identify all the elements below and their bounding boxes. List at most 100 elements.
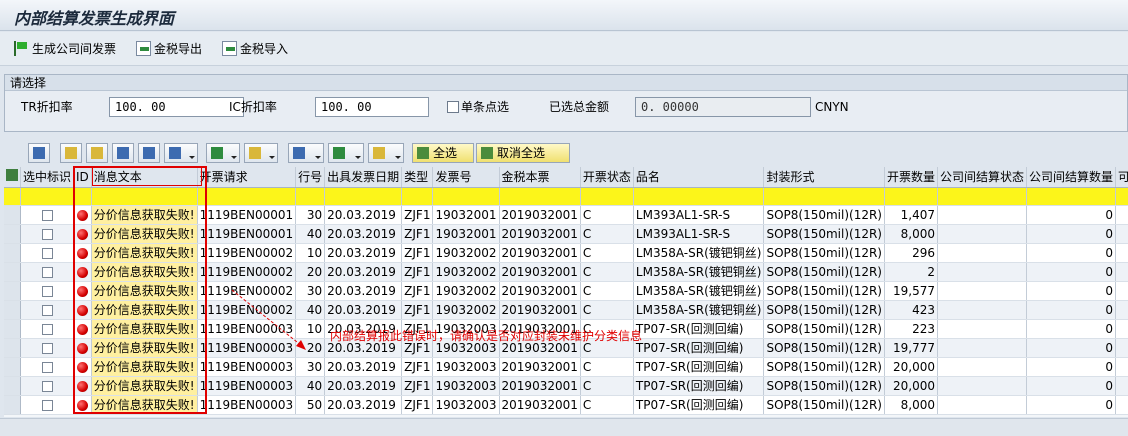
table-row[interactable]: 分价信息获取失败! 1119BEN00002 30 20.03.2019 ZJF1 190… (4, 281, 1128, 301)
row-checkbox[interactable] (41, 342, 53, 354)
tax-ticket-cell: 2019032001 (499, 205, 581, 225)
col-header-line[interactable]: 行号 (295, 167, 326, 188)
subtotal-icon (249, 147, 261, 159)
col-header-tax-ticket[interactable]: 金税本票 (499, 167, 581, 188)
quantity-cell: 8,000 (884, 395, 939, 415)
sum-button[interactable] (206, 143, 240, 163)
invoice-status-cell: C (580, 281, 634, 301)
col-header-id[interactable]: ID (73, 167, 92, 188)
table-row[interactable]: 分价信息获取失败! 1119BEN00002 40 20.03.2019 ZJF1 190… (4, 300, 1128, 320)
quantity-cell: 20,000 (884, 357, 939, 377)
row-selector[interactable] (4, 357, 21, 377)
table-row[interactable]: 分价信息获取失败! 1119BEN00003 40 20.03.2019 ZJF1 190… (4, 376, 1128, 396)
select-all-icon (417, 147, 429, 159)
row-selector[interactable] (4, 243, 21, 263)
col-header-more[interactable]: 可 (1115, 167, 1128, 188)
invoice-no-cell: 19032001 (432, 205, 500, 225)
col-header-package[interactable]: 封装形式 (763, 167, 885, 188)
status-cell (73, 319, 92, 339)
col-header-ic-status[interactable]: 公司间结算状态 (937, 167, 1028, 188)
table-row[interactable]: 分价信息获取失败! 1119BEN00003 30 20.03.2019 ZJF1 190… (4, 357, 1128, 377)
row-checkbox[interactable] (41, 209, 53, 221)
ic-quantity-cell: 0 (1026, 243, 1117, 263)
row-selector[interactable] (4, 338, 21, 358)
tr-discount-field[interactable]: 100. 00 (109, 97, 244, 117)
error-status-icon (76, 342, 88, 354)
message-cell: 分价信息获取失败! (91, 357, 198, 377)
request-cell: 1119BEN00002 (197, 281, 297, 301)
col-header-product[interactable]: 品名 (633, 167, 765, 188)
sum-icon (211, 147, 223, 159)
request-cell: 1119BEN00001 (197, 224, 297, 244)
find-button[interactable] (112, 143, 134, 163)
row-checkbox[interactable] (41, 399, 53, 411)
row-checkbox[interactable] (41, 285, 53, 297)
more-cell (1115, 376, 1128, 396)
table-row[interactable]: 分价信息获取失败! 1119BEN00003 50 20.03.2019 ZJF1 190… (4, 395, 1128, 415)
deselect-all-button[interactable]: 取消全选 (476, 143, 570, 163)
subtotal-button[interactable] (244, 143, 278, 163)
row-selector[interactable] (4, 205, 21, 225)
filter-button[interactable] (164, 143, 198, 163)
row-selector[interactable] (4, 376, 21, 396)
col-header-invoice-no[interactable]: 发票号 (432, 167, 500, 188)
chevron-down-icon (315, 156, 321, 159)
request-cell: 1119BEN00003 (197, 319, 297, 339)
row-selector[interactable] (4, 300, 21, 320)
package-cell: SOP8(150mil)(12R) (763, 205, 885, 225)
row-checkbox[interactable] (41, 228, 53, 240)
row-selector[interactable] (4, 281, 21, 301)
error-status-icon (76, 323, 88, 335)
col-header-quantity[interactable]: 开票数量 (884, 167, 939, 188)
ic-discount-field[interactable]: 100. 00 (315, 97, 429, 117)
table-row[interactable]: 分价信息获取失败! 1119BEN00002 10 20.03.2019 ZJF1 190… (4, 243, 1128, 263)
table-row[interactable]: 分价信息获取失败! 1119BEN00002 20 20.03.2019 ZJF1 190… (4, 262, 1128, 282)
col-header-date[interactable]: 出具发票日期 (324, 167, 403, 188)
row-checkbox[interactable] (41, 380, 53, 392)
col-header-invoice-status[interactable]: 开票状态 (580, 167, 634, 188)
col-header-request[interactable]: 开票请求 (197, 167, 297, 188)
row-selector[interactable] (4, 262, 21, 282)
message-cell: 分价信息获取失败! (91, 300, 198, 320)
table-row[interactable]: 分价信息获取失败! 1119BEN00001 40 20.03.2019 ZJF1 190… (4, 224, 1128, 244)
row-selector[interactable] (4, 319, 21, 339)
select-all-button[interactable]: 全选 (412, 143, 474, 163)
row-selector[interactable] (4, 395, 21, 415)
row-selector[interactable] (4, 224, 21, 244)
type-cell: ZJF1 (401, 300, 434, 320)
package-cell: SOP8(150mil)(12R) (763, 281, 885, 301)
row-checkbox-cell (20, 262, 75, 282)
error-status-icon (76, 361, 88, 373)
row-checkbox[interactable] (41, 247, 53, 259)
print-icon (293, 147, 305, 159)
grid-layout-icon[interactable] (4, 167, 21, 188)
export-button[interactable] (328, 143, 364, 163)
row-checkbox[interactable] (41, 361, 53, 373)
single-select-checkbox[interactable] (447, 101, 459, 113)
col-header-type[interactable]: 类型 (401, 167, 434, 188)
ic-status-cell (937, 395, 1028, 415)
table-row[interactable]: 分价信息获取失败! 1119BEN00001 30 20.03.2019 ZJF1 190… (4, 205, 1128, 225)
request-cell: 1119BEN00002 (197, 262, 297, 282)
print-button[interactable] (288, 143, 324, 163)
ic-status-cell (937, 357, 1028, 377)
generate-invoice-button[interactable]: 生成公司间发票 (14, 39, 116, 59)
col-header-selected[interactable]: 选中标识 (20, 167, 75, 188)
layout-button[interactable] (368, 143, 404, 163)
error-status-icon (76, 209, 88, 221)
export-tax-button[interactable]: 金税导出 (136, 39, 202, 59)
import-tax-button[interactable]: 金税导入 (222, 39, 288, 59)
row-checkbox[interactable] (41, 323, 53, 335)
row-checkbox[interactable] (41, 304, 53, 316)
sort-descending-button[interactable] (86, 143, 108, 163)
details-button[interactable] (28, 143, 50, 163)
sort-ascending-button[interactable] (60, 143, 82, 163)
date-cell: 20.03.2019 (324, 205, 403, 225)
find-next-button[interactable] (138, 143, 160, 163)
row-checkbox[interactable] (41, 266, 53, 278)
col-header-ic-quantity[interactable]: 公司间结算数量 (1026, 167, 1117, 188)
type-cell: ZJF1 (401, 281, 434, 301)
flag-icon (14, 41, 29, 56)
col-header-message[interactable]: 消息文本 (91, 167, 198, 188)
message-cell: 分价信息获取失败! (91, 319, 198, 339)
